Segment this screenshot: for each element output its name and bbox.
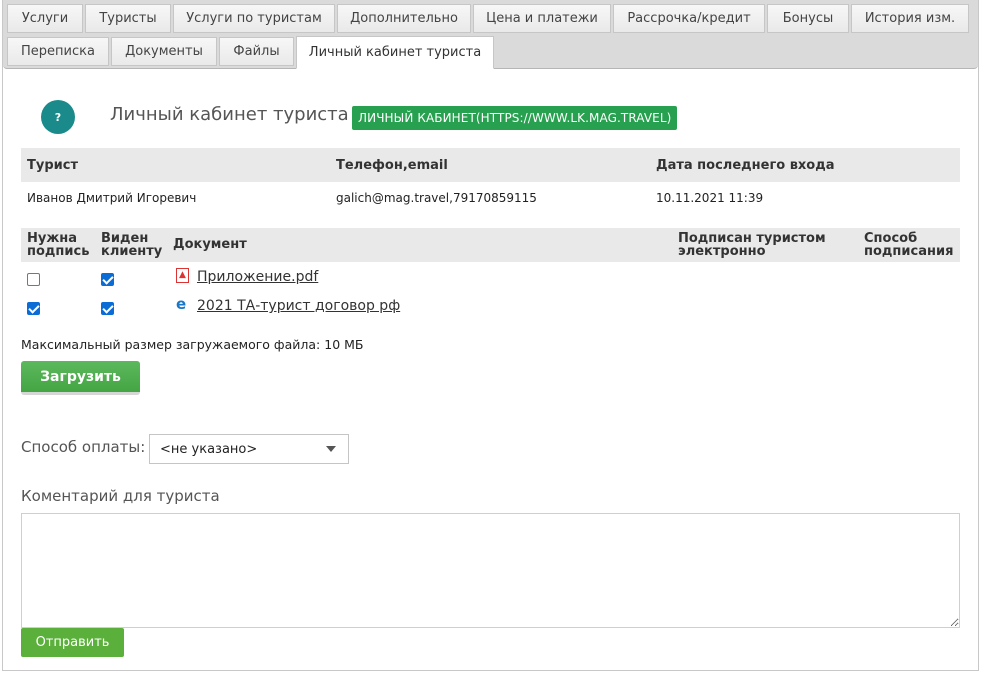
payment-method-value: <не указано>	[160, 441, 258, 457]
tab-history[interactable]: История изм.	[851, 4, 969, 33]
tab-services[interactable]: Услуги	[7, 4, 83, 33]
upload-button[interactable]: Загрузить	[21, 361, 140, 395]
comment-label: Коментарий для туриста	[21, 487, 220, 505]
col-document: Документ	[173, 237, 247, 252]
tourist-table-header: Турист Телефон,email Дата последнего вхо…	[21, 148, 960, 182]
max-file-size-text: Максимальный размер загружаемого файла: …	[21, 337, 364, 352]
tab-services-by-tourists[interactable]: Услуги по туристам	[173, 4, 335, 33]
tab-tourists[interactable]: Туристы	[85, 4, 171, 33]
chevron-down-icon	[326, 446, 336, 452]
payment-method-label: Способ оплаты:	[21, 438, 146, 456]
tourist-contacts: galich@mag.travel,79170859115	[336, 191, 537, 205]
tab-tourist-cabinet[interactable]: Личный кабинет туриста	[296, 36, 494, 69]
col-tourist: Турист	[27, 158, 78, 173]
tourist-name: Иванов Дмитрий Игоревич	[27, 191, 197, 205]
send-button[interactable]: Отправить	[21, 628, 124, 657]
need-sign-checkbox[interactable]	[27, 302, 40, 315]
ie-document-icon: e	[176, 295, 187, 313]
document-link[interactable]: 2021 ТА-турист договор рф	[197, 298, 400, 314]
tourist-last-login: 10.11.2021 11:39	[656, 191, 764, 205]
col-visible-line2: клиенту	[101, 244, 163, 259]
payment-method-select[interactable]: <не указано>	[149, 434, 349, 464]
need-sign-checkbox[interactable]	[27, 273, 40, 286]
tourist-row: Иванов Дмитрий Игоревич galich@mag.trave…	[21, 182, 960, 212]
page-title: Личный кабинет туриста	[110, 104, 349, 125]
tab-price-payments[interactable]: Цена и платежи	[473, 4, 611, 33]
tab-bonuses[interactable]: Бонусы	[767, 4, 849, 33]
col-signed-line2: электронно	[678, 244, 766, 259]
col-phone-email: Телефон,email	[336, 158, 448, 173]
tab-additional[interactable]: Дополнительно	[337, 4, 471, 33]
tab-documents[interactable]: Документы	[111, 37, 217, 66]
personal-cabinet-link[interactable]: ЛИЧНЫЙ КАБИНЕТ(HTTPS://WWW.LK.MAG.TRAVEL…	[352, 106, 678, 130]
tab-bar: Услуги Туристы Услуги по туристам Дополн…	[3, 0, 978, 69]
docs-table-header: Нужна подпись Виден клиенту Документ Под…	[21, 228, 960, 262]
tab-files[interactable]: Файлы	[219, 37, 294, 66]
col-method-line2: подписания	[864, 244, 954, 259]
document-link[interactable]: Приложение.pdf	[197, 269, 318, 285]
tab-correspondence[interactable]: Переписка	[7, 37, 109, 66]
col-need-sign-line2: подпись	[27, 244, 90, 259]
visible-checkbox[interactable]	[101, 273, 114, 286]
col-last-login: Дата последнего входа	[656, 158, 835, 173]
tab-installments[interactable]: Рассрочка/кредит	[613, 4, 765, 33]
help-icon[interactable]: ?	[41, 100, 75, 134]
comment-textarea[interactable]	[21, 513, 960, 628]
pdf-icon: ▲	[176, 268, 189, 283]
visible-checkbox[interactable]	[101, 302, 114, 315]
